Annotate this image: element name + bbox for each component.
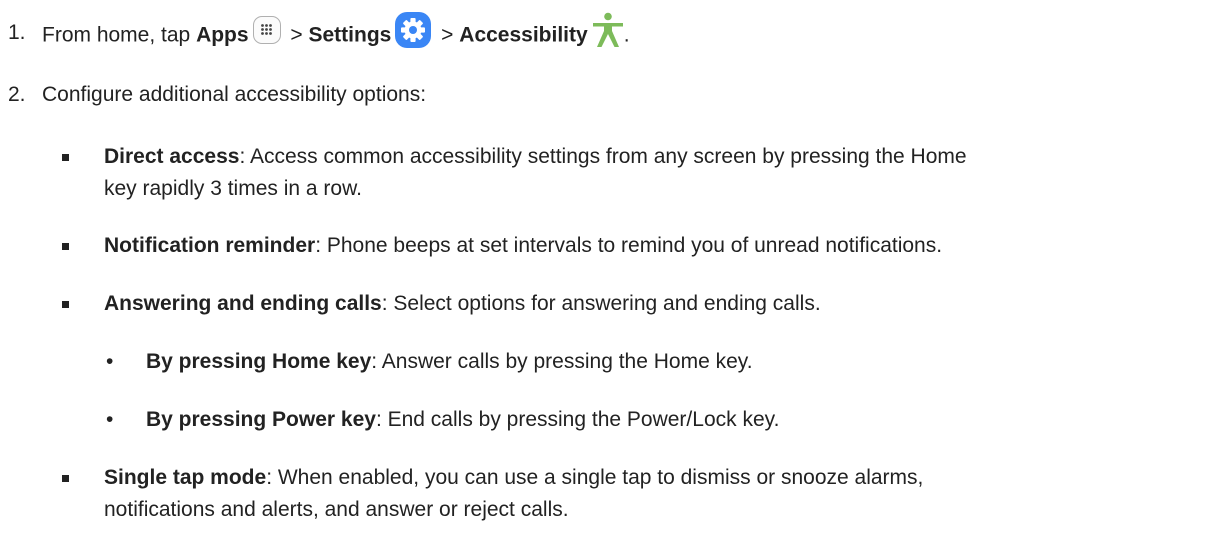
option-direct-access-cont: key rapidly 3 times in a row. [104,174,362,204]
option-answering-calls: Answering and ending calls: Select optio… [104,289,821,319]
option-description: : Phone beeps at set intervals to remind… [315,234,943,257]
accessibility-person-icon [592,12,624,48]
settings-label: Settings [308,23,392,47]
suboption-title: By pressing Home key [146,350,372,373]
option-title: Answering and ending calls [104,292,382,315]
suboption-description: : Answer calls by pressing the Home key. [371,350,753,373]
option-single-tap-mode-cont: notifications and alerts, and answer or … [104,495,569,525]
suboption-description: : End calls by pressing the Power/Lock k… [375,408,780,431]
option-description-cont: notifications and alerts, and answer or … [104,498,569,521]
suboption-power-key: By pressing Power key: End calls by pres… [146,405,779,435]
round-bullet: • [106,408,114,431]
option-description: : When enabled, you can use a single tap… [266,466,924,489]
apps-grid-icon [252,16,281,44]
option-direct-access: Direct access: Access common accessibili… [104,142,967,172]
apps-label: Apps [196,23,249,47]
step-1-suffix: . [623,23,630,47]
step-1-text: From home, tap Apps > Settings > Accessi… [42,12,630,54]
suboption-title: By pressing Power key [146,408,376,431]
square-bullet [62,154,69,161]
step-2-text: Configure additional accessibility optio… [42,83,427,106]
accessibility-label: Accessibility [459,23,588,47]
option-title: Direct access [104,145,240,168]
step-number: 1. [8,21,26,44]
settings-gear-icon [395,12,432,48]
round-bullet: • [106,350,114,373]
option-description: : Select options for answering and endin… [381,292,821,315]
separator: > [435,23,460,47]
step-number: 2. [8,83,26,106]
option-description: : Access common accessibility settings f… [239,145,967,168]
option-description-cont: key rapidly 3 times in a row. [104,177,362,200]
square-bullet [62,301,69,308]
option-notification-reminder: Notification reminder: Phone beeps at se… [104,231,942,261]
square-bullet [62,243,69,250]
option-title: Notification reminder [104,234,316,257]
option-single-tap-mode: Single tap mode: When enabled, you can u… [104,463,923,493]
square-bullet [62,475,69,482]
separator: > [284,23,309,47]
suboption-home-key: By pressing Home key: Answer calls by pr… [146,347,753,377]
step-1-prefix: From home, tap [42,23,197,47]
option-title: Single tap mode [104,466,267,489]
